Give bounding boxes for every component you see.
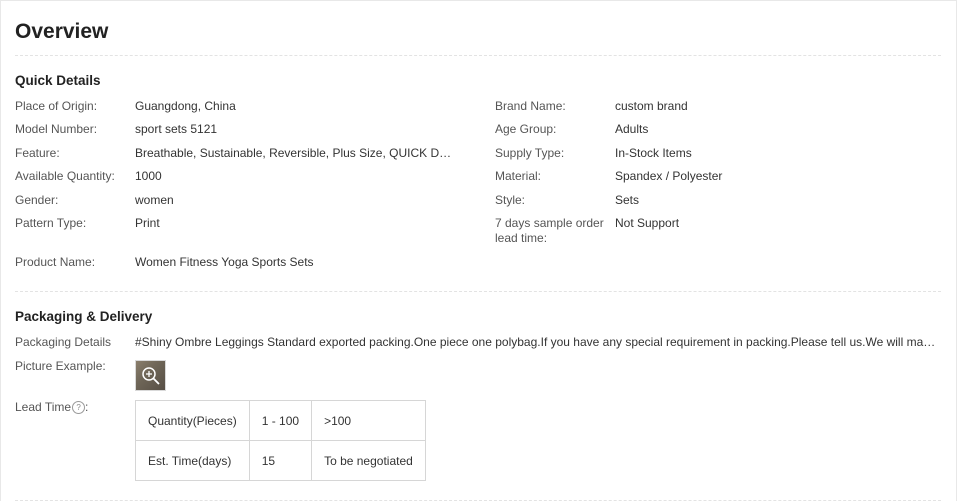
packaging-details-value: #Shiny Ombre Leggings Standard exported …: [135, 335, 939, 349]
section-title-quick-details: Quick Details: [15, 73, 101, 88]
picture-example-thumbnail[interactable]: [135, 360, 166, 391]
help-icon[interactable]: ?: [72, 401, 86, 414]
divider: [15, 55, 941, 56]
detail-value-pattern-type: Print: [135, 216, 160, 230]
detail-value-feature: Breathable, Sustainable, Reversible, Plu…: [135, 146, 453, 160]
detail-label-available-quantity: Available Quantity:: [15, 169, 115, 183]
detail-value-place-of-origin: Guangdong, China: [135, 99, 236, 113]
detail-label-sample-lead-time: 7 days sample order lead time:: [495, 216, 604, 245]
detail-value-style: Sets: [615, 193, 640, 207]
detail-value-age-group: Adults: [615, 122, 649, 136]
zoom-in-icon: [142, 367, 160, 385]
table-cell: Quantity(Pieces): [135, 400, 250, 441]
page-title: Overview: [15, 20, 109, 43]
table-cell: 15: [248, 440, 313, 481]
table-cell: Est. Time(days): [135, 440, 250, 481]
detail-value-sample-lead-time: Not Support: [615, 216, 680, 230]
detail-label-place-of-origin: Place of Origin:: [15, 99, 98, 113]
table-cell: >100: [311, 400, 426, 441]
detail-value-gender: women: [135, 193, 174, 207]
lead-time-label-text: Lead Time: [15, 400, 72, 414]
detail-value-supply-type: In-Stock Items: [615, 146, 692, 160]
overview-panel: Overview Quick Details Place of Origin: …: [0, 0, 957, 501]
lead-time-label: Lead Time?:: [15, 400, 89, 414]
detail-label-gender: Gender:: [15, 193, 59, 207]
divider: [15, 291, 941, 292]
detail-label-brand-name: Brand Name:: [495, 99, 566, 113]
section-title-packaging-delivery: Packaging & Delivery: [15, 309, 153, 324]
divider: [15, 500, 941, 501]
detail-value-available-quantity: 1000: [135, 169, 162, 183]
detail-label-product-name: Product Name:: [15, 255, 96, 269]
detail-label-material: Material:: [495, 169, 542, 183]
detail-label-style: Style:: [495, 193, 526, 207]
table-cell: To be negotiated: [311, 440, 426, 481]
detail-value-material: Spandex / Polyester: [615, 169, 723, 183]
picture-example-label: Picture Example:: [15, 359, 106, 373]
detail-value-product-name: Women Fitness Yoga Sports Sets: [135, 255, 314, 269]
packaging-details-label: Packaging Details: [15, 335, 112, 349]
detail-value-model-number: sport sets 5121: [135, 122, 218, 136]
detail-value-brand-name: custom brand: [615, 99, 688, 113]
detail-label-feature: Feature:: [15, 146, 60, 160]
detail-label-pattern-type: Pattern Type:: [15, 216, 87, 230]
detail-label-supply-type: Supply Type:: [495, 146, 565, 160]
detail-label-model-number: Model Number:: [15, 122, 98, 136]
lead-time-table: Quantity(Pieces) 1 - 100 >100 Est. Time(…: [135, 400, 426, 481]
table-row: Est. Time(days) 15 To be negotiated: [135, 440, 426, 481]
table-row: Quantity(Pieces) 1 - 100 >100: [135, 400, 426, 441]
detail-label-age-group: Age Group:: [495, 122, 557, 136]
table-cell: 1 - 100: [248, 400, 313, 441]
